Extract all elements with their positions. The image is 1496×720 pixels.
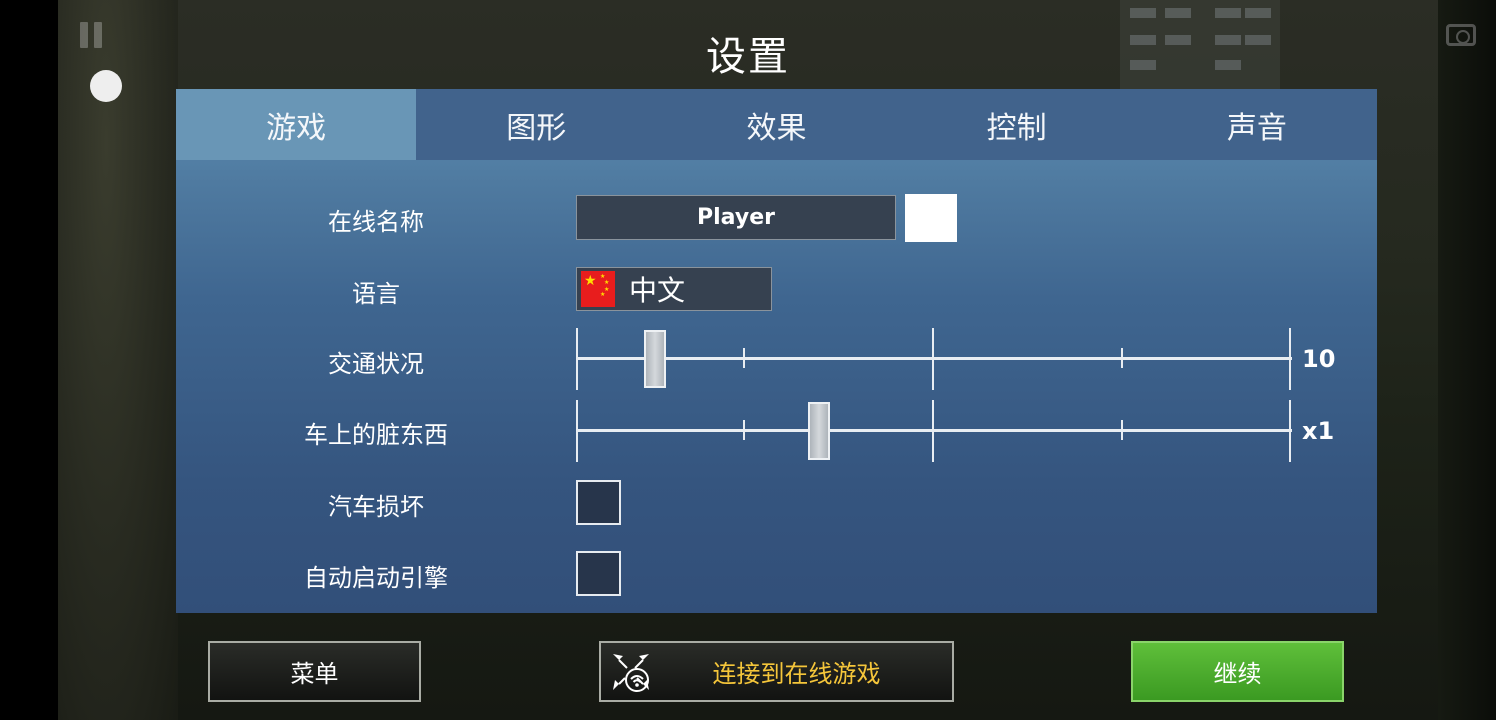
auto-start-engine-label: 自动启动引擎 (304, 564, 448, 592)
tab-game[interactable]: 游戏 (176, 89, 417, 160)
left-edge (0, 0, 58, 720)
tab-graphics[interactable]: 图形 (416, 89, 656, 160)
connect-online-button[interactable]: 连接到在线游戏 (599, 641, 954, 702)
online-name-label: 在线名称 (328, 208, 424, 236)
slider-tick (932, 328, 934, 390)
slider-tick (576, 328, 578, 390)
car-damage-label: 汽车损坏 (328, 493, 424, 521)
china-flag-icon: ★ ★ ★ ★ ★ (581, 271, 615, 307)
language-label: 语言 (352, 280, 400, 308)
car-damage-checkbox[interactable] (576, 480, 621, 525)
slider-tick (743, 348, 745, 368)
online-network-icon (613, 654, 649, 692)
background-tree (58, 0, 178, 720)
continue-button-label: 继续 (1213, 660, 1262, 688)
language-select[interactable]: ★ ★ ★ ★ ★ 中文 (576, 267, 772, 311)
continue-button[interactable]: 继续 (1131, 641, 1344, 702)
right-edge (1438, 0, 1496, 720)
slider-tick (1289, 328, 1291, 390)
car-dirt-slider[interactable] (576, 400, 1292, 462)
slider-tick (1121, 420, 1123, 440)
tab-effects[interactable]: 效果 (656, 89, 896, 160)
connect-online-label: 连接到在线游戏 (712, 660, 881, 688)
tab-controls[interactable]: 控制 (897, 89, 1137, 160)
traffic-label: 交通状况 (328, 350, 424, 378)
name-color-swatch[interactable] (905, 194, 957, 242)
slider-tick (743, 420, 745, 440)
tab-bar: 游戏 图形 效果 控制 声音 (176, 89, 1377, 160)
slider-thumb[interactable] (808, 402, 831, 460)
settings-panel: 游戏 图形 效果 控制 声音 在线名称 Player 语言 ★ ★ ★ ★ ★ … (176, 89, 1377, 613)
slider-tick (1121, 348, 1123, 368)
language-value: 中文 (629, 274, 686, 307)
slider-tick (1289, 400, 1291, 462)
slider-thumb[interactable] (643, 330, 666, 388)
auto-start-engine-checkbox[interactable] (576, 551, 621, 596)
page-title: 设置 (706, 34, 790, 80)
slider-track (576, 429, 1292, 432)
traffic-value: 10 (1302, 345, 1336, 373)
slider-track (576, 357, 1292, 360)
car-dirt-label: 车上的脏东西 (304, 421, 448, 449)
menu-button-label: 菜单 (290, 660, 339, 688)
slider-tick (932, 400, 934, 462)
online-name-input[interactable]: Player (576, 195, 896, 240)
tab-sound[interactable]: 声音 (1137, 89, 1377, 160)
car-dirt-value: x1 (1302, 417, 1335, 445)
menu-button[interactable]: 菜单 (208, 641, 421, 702)
traffic-slider[interactable] (576, 328, 1292, 390)
slider-tick (576, 400, 578, 462)
